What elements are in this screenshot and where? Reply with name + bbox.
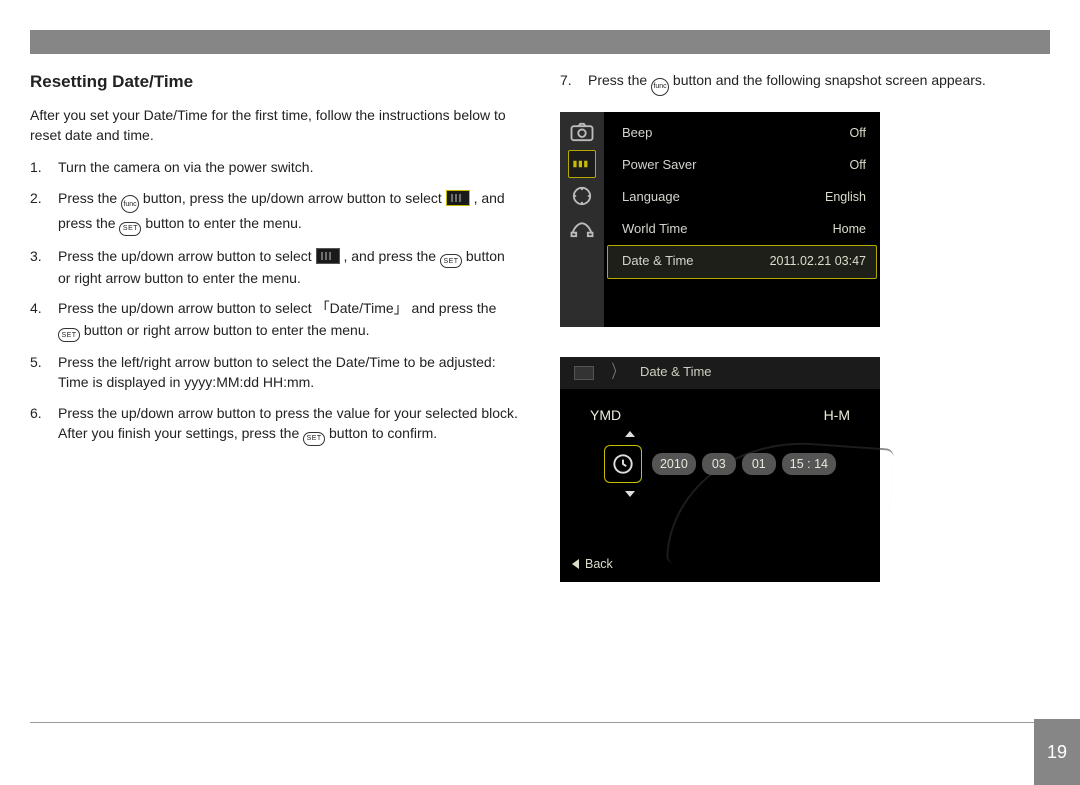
row-label: World Time xyxy=(622,220,688,239)
back-label: Back xyxy=(585,555,613,573)
func-button-icon: func xyxy=(651,78,669,96)
step-3: Press the up/down arrow button to select… xyxy=(30,246,520,289)
menu-sidebar xyxy=(560,112,604,327)
page-number: 19 xyxy=(1034,719,1080,785)
ymd-header: YMD xyxy=(590,405,621,425)
icon-label: SET xyxy=(307,435,322,442)
step-7: Press the func button and the following … xyxy=(560,70,1050,96)
camera-icon xyxy=(568,118,596,146)
step-4: Press the up/down arrow button to select… xyxy=(30,298,520,342)
header-bar xyxy=(30,30,1050,54)
menu-row-language: Language English xyxy=(604,182,880,214)
step-text: Turn the camera on via the power switch. xyxy=(58,159,314,175)
row-value: Home xyxy=(833,220,866,238)
row-value: Off xyxy=(850,124,866,142)
settings-submenu-icon xyxy=(316,248,340,264)
step-text: Press the left/right arrow button to sel… xyxy=(58,354,496,390)
back-caret-icon xyxy=(572,559,579,569)
menu-row-world-time: World Time Home xyxy=(604,214,880,246)
set-button-icon: SET xyxy=(303,432,325,446)
datetime-titlebar: 〉 Date & Time xyxy=(560,357,880,389)
step-text: Press the xyxy=(58,190,121,206)
camera-menu-screenshot: Beep Off Power Saver Off Language Englis… xyxy=(560,112,880,327)
icon-label: func xyxy=(123,201,136,208)
step-5: Press the left/right arrow button to sel… xyxy=(30,352,520,393)
back-indicator: Back xyxy=(572,555,613,573)
date-fields: 2010 03 01 15 : 14 xyxy=(604,445,836,483)
connection-icon xyxy=(568,214,596,242)
month-field: 03 xyxy=(702,453,736,475)
bracket-left: 「 xyxy=(316,301,330,317)
menu-row-date-time: Date & Time 2011.02.21 03:47 xyxy=(608,246,876,278)
setup-mini-icon xyxy=(574,366,594,380)
left-column: Resetting Date/Time After you set your D… xyxy=(30,70,520,715)
step-text: button to enter the menu. xyxy=(145,215,301,231)
step-text: Press the xyxy=(588,72,651,88)
screen-title: Date & Time xyxy=(640,363,712,382)
icon-label: SET xyxy=(443,258,458,265)
steps-list: Turn the camera on via the power switch.… xyxy=(30,157,520,445)
step-text: and press the xyxy=(412,300,497,316)
bracket-right: 」 xyxy=(394,301,408,317)
arrow-down-icon xyxy=(625,491,635,497)
set-button-icon: SET xyxy=(58,328,80,342)
set-button-icon: SET xyxy=(440,254,462,268)
row-label: Language xyxy=(622,188,680,207)
footer-rule xyxy=(30,722,1050,723)
setup-menu-icon xyxy=(446,190,470,206)
row-label: Date & Time xyxy=(622,252,694,271)
icon-label: SET xyxy=(61,332,76,339)
clock-format-icon xyxy=(604,445,642,483)
camera-datetime-screenshot: 〉 Date & Time YMD H-M xyxy=(560,357,880,582)
step-text: button or right arrow button to enter th… xyxy=(84,322,370,338)
step-text: button, press the up/down arrow button t… xyxy=(143,190,446,206)
step-text: Press the up/down arrow button to select xyxy=(58,300,312,316)
icon-label: SET xyxy=(123,225,138,232)
year-field: 2010 xyxy=(652,453,696,475)
step-text: button and the following snapshot screen… xyxy=(673,72,986,88)
step-text: Press the up/down arrow button to press … xyxy=(58,405,518,441)
page-number-value: 19 xyxy=(1047,742,1067,763)
setup-icon xyxy=(568,150,596,178)
row-value: Off xyxy=(850,156,866,174)
right-column: Press the func button and the following … xyxy=(560,70,1050,715)
screenshot-stack: Beep Off Power Saver Off Language Englis… xyxy=(560,112,1050,582)
step-2: Press the func button, press the up/down… xyxy=(30,188,520,236)
hm-header: H-M xyxy=(824,405,850,425)
step-text: , and press the xyxy=(343,248,440,264)
set-button-icon: SET xyxy=(119,222,141,236)
chevron-right-icon: 〉 xyxy=(612,359,623,385)
row-value: English xyxy=(825,188,866,206)
step-text: Press the up/down arrow button to select xyxy=(58,248,316,264)
arrow-up-icon xyxy=(625,431,635,437)
step-text: button to confirm. xyxy=(329,425,437,441)
menu-main: Beep Off Power Saver Off Language Englis… xyxy=(604,112,880,327)
column-headers: YMD H-M xyxy=(560,405,880,425)
row-label: Beep xyxy=(622,124,652,143)
icon-label: func xyxy=(653,83,666,90)
row-label: Power Saver xyxy=(622,156,696,175)
steps-list-cont: Press the func button and the following … xyxy=(560,70,1050,96)
day-field: 01 xyxy=(742,453,776,475)
section-title: Resetting Date/Time xyxy=(30,70,520,95)
menu-item-name: Date/Time xyxy=(330,300,394,316)
menu-row-beep: Beep Off xyxy=(604,118,880,150)
row-value: 2011.02.21 03:47 xyxy=(770,252,866,270)
step-6: Press the up/down arrow button to press … xyxy=(30,403,520,446)
content-columns: Resetting Date/Time After you set your D… xyxy=(30,70,1050,715)
mode-icon xyxy=(568,182,596,210)
intro-text: After you set your Date/Time for the fir… xyxy=(30,105,520,146)
func-button-icon: func xyxy=(121,195,139,213)
datetime-body: YMD H-M 2010 03 01 15 : 14 xyxy=(560,389,880,582)
time-field: 15 : 14 xyxy=(782,453,836,475)
step-1: Turn the camera on via the power switch. xyxy=(30,157,520,177)
menu-row-power-saver: Power Saver Off xyxy=(604,150,880,182)
